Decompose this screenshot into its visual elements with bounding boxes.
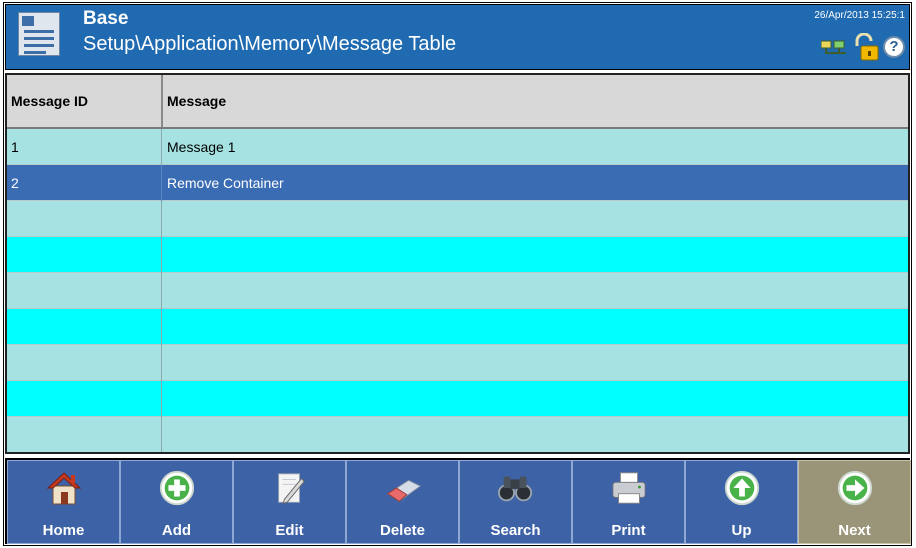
softkey-toolbar: Home Add Edit Delete Search Print Up Nex… <box>5 458 911 544</box>
next-button[interactable]: Next <box>798 460 911 544</box>
print-button[interactable]: Print <box>572 460 685 544</box>
status-icons: ? <box>821 33 905 61</box>
print-button-label: Print <box>611 522 646 539</box>
next-button-label: Next <box>838 522 871 539</box>
table-body: 1 Message 1 2 Remove Container <box>7 129 908 452</box>
lock-icon[interactable] <box>851 33 879 61</box>
binoculars-icon <box>497 476 532 502</box>
table-row[interactable] <box>7 309 908 345</box>
printer-icon <box>611 472 646 504</box>
edit-icon <box>277 473 305 504</box>
arrow-up-icon <box>724 470 759 506</box>
home-button[interactable]: Home <box>7 460 120 544</box>
delete-button-label: Delete <box>379 522 426 539</box>
help-icon[interactable]: ? <box>883 36 905 58</box>
add-button-label: Add <box>161 522 192 539</box>
eraser-icon <box>386 479 421 502</box>
breadcrumb: Setup\Application\Memory\Message Table <box>83 33 457 55</box>
date-time-display: 26/Apr/2013 15:25:1 <box>814 10 905 21</box>
header-bar: Base Setup\Application\Memory\Message Ta… <box>5 4 910 70</box>
table-header: Message ID Message <box>7 75 908 129</box>
search-button[interactable]: Search <box>459 460 572 544</box>
home-button-label: Home <box>42 522 85 539</box>
edit-button-label: Edit <box>275 522 304 539</box>
up-button-label: Up <box>731 522 752 539</box>
arrow-right-icon <box>837 470 872 506</box>
message-cell: Remove Container <box>167 175 284 191</box>
table-row[interactable] <box>7 201 908 237</box>
table-row[interactable] <box>7 345 908 381</box>
column-header-message-id[interactable]: Message ID <box>11 93 88 109</box>
table-row[interactable] <box>7 237 908 273</box>
table-row[interactable]: 1 Message 1 <box>7 129 908 165</box>
search-button-label: Search <box>490 522 541 539</box>
table-row[interactable] <box>7 381 908 417</box>
delete-button[interactable]: Delete <box>346 460 459 544</box>
message-id-cell: 1 <box>11 139 19 155</box>
message-table: Message ID Message 1 Message 1 2 Remove Co… <box>5 73 910 454</box>
application-icon <box>18 12 60 56</box>
message-cell: Message 1 <box>167 139 236 155</box>
table-row[interactable] <box>7 273 908 309</box>
home-icon <box>46 472 81 505</box>
network-icon <box>821 40 846 54</box>
table-row[interactable] <box>7 417 908 452</box>
add-button[interactable]: Add <box>120 460 233 544</box>
table-row-selected[interactable]: 2 Remove Container <box>7 165 908 201</box>
edit-button[interactable]: Edit <box>233 460 346 544</box>
add-icon <box>159 470 194 506</box>
message-id-cell: 2 <box>11 175 19 191</box>
up-button[interactable]: Up <box>685 460 798 544</box>
page-title: Base <box>83 8 129 29</box>
column-header-message[interactable]: Message <box>167 93 226 109</box>
